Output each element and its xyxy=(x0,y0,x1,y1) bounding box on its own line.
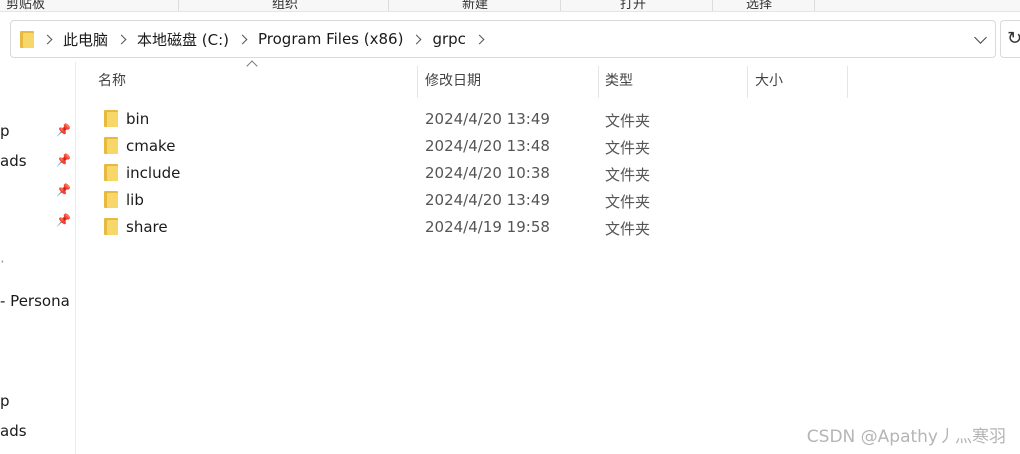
breadcrumb-item-local-disk[interactable]: 本地磁盘 (C:) xyxy=(137,29,229,50)
list-item[interactable]: bin 2024/4/20 13:49 文件夹 xyxy=(96,106,856,133)
list-item[interactable]: share 2024/4/19 19:58 文件夹 xyxy=(96,214,856,241)
ribbon: 剪贴板 组织 新建 打开 选择 xyxy=(0,0,1020,12)
breadcrumb-item-grpc[interactable]: grpc xyxy=(432,30,465,48)
ribbon-group-open[interactable]: 打开 xyxy=(620,0,646,11)
file-type: 文件夹 xyxy=(605,139,651,157)
ribbon-group-new[interactable]: 新建 xyxy=(462,0,488,11)
navigation-pane: p 📌 ads 📌 📌 📌 · - Persona p ads xyxy=(0,62,76,454)
chevron-right-icon[interactable] xyxy=(237,34,248,44)
nav-item-onedrive-personal[interactable]: - Persona xyxy=(0,292,70,310)
file-date: 2024/4/20 13:49 xyxy=(425,191,550,209)
column-header-type[interactable]: 类型 xyxy=(605,66,745,98)
list-item[interactable]: lib 2024/4/20 13:49 文件夹 xyxy=(96,187,856,214)
column-divider[interactable] xyxy=(417,66,418,98)
address-history-dropdown-icon[interactable] xyxy=(974,31,987,44)
chevron-right-icon[interactable] xyxy=(42,34,53,44)
pin-icon[interactable]: 📌 xyxy=(56,123,71,137)
ribbon-divider xyxy=(388,0,389,11)
ribbon-divider xyxy=(712,0,713,11)
ribbon-group-organize[interactable]: 组织 xyxy=(272,0,298,11)
column-header-name[interactable]: 名称 xyxy=(98,66,416,98)
nav-item-downloads-2[interactable]: ads xyxy=(0,422,27,440)
file-date: 2024/4/20 10:38 xyxy=(425,164,550,182)
nav-item-fragment[interactable]: · xyxy=(0,253,5,271)
nav-item-desktop[interactable]: p xyxy=(0,122,10,140)
folder-icon xyxy=(20,30,34,48)
file-date: 2024/4/20 13:49 xyxy=(425,110,550,128)
file-type: 文件夹 xyxy=(605,166,651,184)
chevron-right-icon[interactable] xyxy=(474,34,485,44)
folder-icon xyxy=(104,164,118,181)
file-type: 文件夹 xyxy=(605,220,651,238)
ribbon-divider xyxy=(814,0,815,11)
address-bar[interactable]: 此电脑 本地磁盘 (C:) Program Files (x86) grpc xyxy=(10,20,996,58)
file-type: 文件夹 xyxy=(605,112,651,130)
list-item[interactable]: cmake 2024/4/20 13:48 文件夹 xyxy=(96,133,856,160)
ribbon-group-clipboard[interactable]: 剪贴板 xyxy=(6,0,45,11)
chevron-right-icon[interactable] xyxy=(116,34,127,44)
column-divider[interactable] xyxy=(847,66,848,98)
ribbon-divider xyxy=(560,0,561,11)
folder-icon xyxy=(104,218,118,235)
file-name: cmake xyxy=(126,137,176,155)
folder-icon xyxy=(104,137,118,154)
nav-item-downloads[interactable]: ads xyxy=(0,152,27,170)
file-date: 2024/4/20 13:48 xyxy=(425,137,550,155)
column-divider[interactable] xyxy=(747,66,748,98)
file-date: 2024/4/19 19:58 xyxy=(425,218,550,236)
column-divider[interactable] xyxy=(598,66,599,98)
file-name: bin xyxy=(126,110,150,128)
folder-icon xyxy=(104,110,118,127)
watermark: CSDN @Apathy丿灬寒羽 xyxy=(806,427,1006,447)
column-header-date[interactable]: 修改日期 xyxy=(425,66,595,98)
file-name: share xyxy=(126,218,168,236)
ribbon-group-select[interactable]: 选择 xyxy=(746,0,772,11)
folder-icon xyxy=(104,191,118,208)
pin-icon[interactable]: 📌 xyxy=(56,213,71,227)
pin-icon[interactable]: 📌 xyxy=(56,183,71,197)
file-name: lib xyxy=(126,191,144,209)
nav-item-desktop-2[interactable]: p xyxy=(0,392,10,410)
pin-icon[interactable]: 📌 xyxy=(56,153,71,167)
file-type: 文件夹 xyxy=(605,193,651,211)
breadcrumb-item-this-pc[interactable]: 此电脑 xyxy=(63,29,108,50)
breadcrumb-item-program-files[interactable]: Program Files (x86) xyxy=(258,30,403,48)
list-item[interactable]: include 2024/4/20 10:38 文件夹 xyxy=(96,160,856,187)
ribbon-divider xyxy=(178,0,179,11)
chevron-right-icon[interactable] xyxy=(411,34,422,44)
column-header-size[interactable]: 大小 xyxy=(755,66,845,98)
refresh-icon[interactable]: ↻ xyxy=(1000,20,1020,58)
breadcrumb: 此电脑 本地磁盘 (C:) Program Files (x86) grpc xyxy=(11,21,495,57)
file-name: include xyxy=(126,164,181,182)
